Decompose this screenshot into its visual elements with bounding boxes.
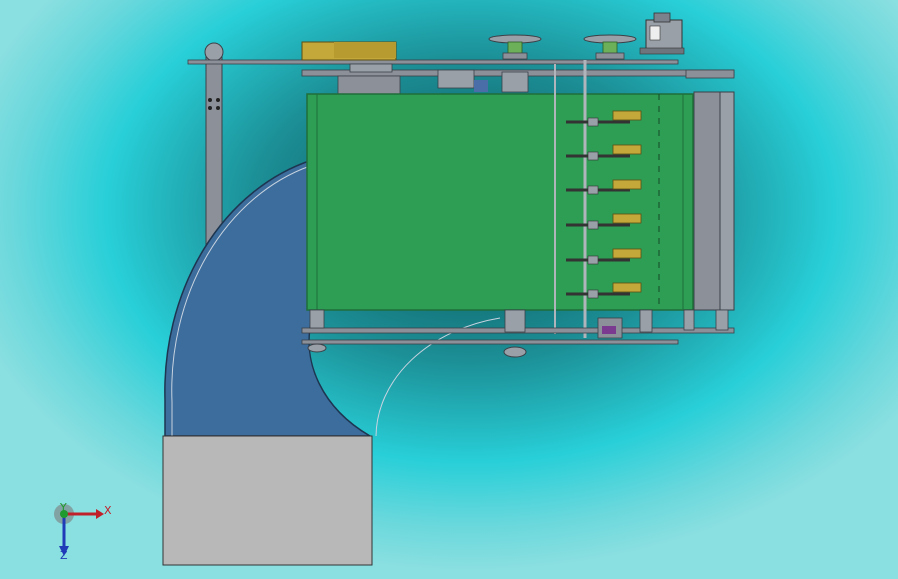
handwheel-right[interactable] bbox=[583, 34, 637, 60]
drive-motor bbox=[639, 12, 685, 55]
handwheel-left[interactable] bbox=[488, 34, 542, 60]
x-axis-label: X bbox=[104, 504, 112, 517]
bottom-rail bbox=[301, 309, 735, 358]
y-axis-label: Y bbox=[59, 501, 67, 514]
cad-viewport[interactable]: X Y Z bbox=[0, 0, 898, 579]
main-belt-box bbox=[306, 60, 694, 338]
collection-bin bbox=[162, 435, 373, 566]
z-axis-label: Z bbox=[60, 549, 68, 562]
coordinate-triad: X Y Z bbox=[54, 501, 112, 562]
